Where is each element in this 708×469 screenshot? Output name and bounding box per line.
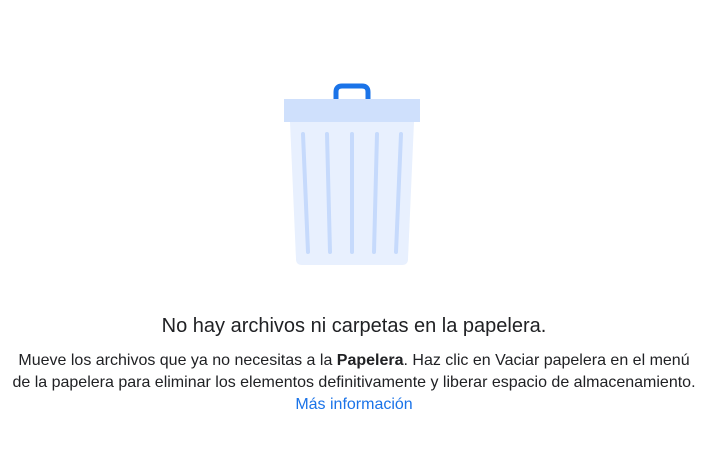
- trash-can-handle: [333, 83, 371, 103]
- trash-empty-state: No hay archivos ni carpetas en la papele…: [0, 0, 708, 469]
- trash-can-icon: [284, 83, 420, 265]
- description-bold-trash: Papelera: [336, 352, 404, 369]
- empty-state-title: No hay archivos ni carpetas en la papele…: [161, 315, 547, 337]
- empty-state-description: Mueve los archivos que ya no necesitas a…: [10, 350, 698, 416]
- description-text-start: Mueve los archivos que ya no necesitas a…: [18, 352, 337, 369]
- learn-more-link[interactable]: Más información: [295, 396, 412, 413]
- trash-can-lid: [284, 99, 420, 122]
